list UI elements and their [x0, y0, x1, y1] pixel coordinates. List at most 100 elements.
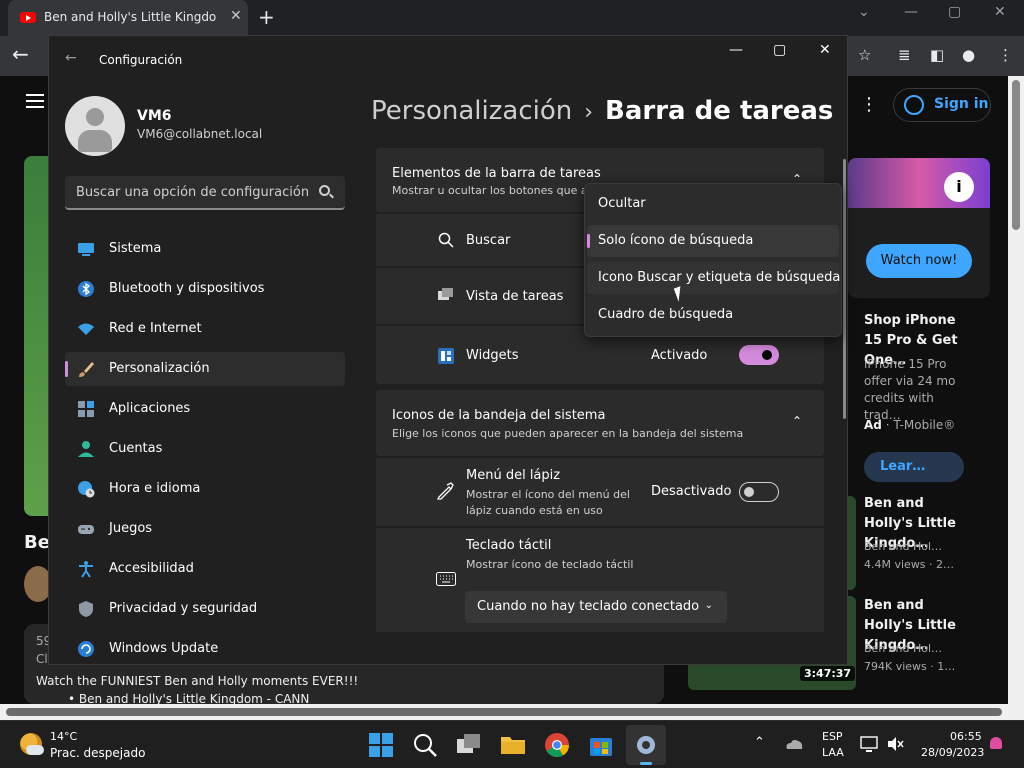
sidebar-item-sistema[interactable]: Sistema: [65, 232, 345, 266]
weather-condition[interactable]: Prac. despejado: [50, 746, 145, 760]
section-subtitle: Mostrar u ocultar los botones que a: [392, 184, 588, 197]
scrollbar-thumb[interactable]: [1012, 80, 1020, 230]
sign-in-button[interactable]: Sign in: [893, 88, 991, 122]
select-value: Cuando no hay teclado conectado: [477, 599, 700, 614]
start-icon[interactable]: [368, 732, 394, 758]
side-panel-icon[interactable]: ◧: [930, 46, 944, 64]
language-indicator[interactable]: ESP: [822, 730, 843, 743]
pen-menu-state: Desactivado: [651, 484, 732, 499]
close-button[interactable]: ✕: [994, 4, 1006, 20]
touch-keyboard-label: Teclado táctil: [466, 538, 552, 553]
hamburger-menu-icon[interactable]: [26, 94, 44, 108]
window-title: Configuración: [99, 53, 183, 67]
search-icon[interactable]: [412, 732, 438, 758]
network-icon[interactable]: [860, 735, 880, 755]
media-control-icon[interactable]: ≣: [898, 46, 911, 64]
recommendation-channel[interactable]: Ben and Hol…: [864, 642, 942, 655]
learn-more-button[interactable]: Lear…: [864, 452, 964, 482]
volume-muted-icon[interactable]: [886, 735, 904, 753]
sidebar-item-juegos[interactable]: Juegos: [65, 512, 345, 546]
sidebar-item-windows-update[interactable]: Windows Update: [65, 632, 345, 664]
pen-menu-row[interactable]: Menú del lápiz Mostrar el ícono del menú…: [376, 458, 824, 526]
back-button[interactable]: ←: [65, 50, 77, 66]
scrollbar-thumb[interactable]: [6, 708, 1002, 716]
star-icon[interactable]: ☆: [858, 46, 871, 64]
sidebar-item-label: Sistema: [109, 241, 162, 256]
weather-temperature[interactable]: 14°C: [50, 730, 77, 743]
breadcrumb: Personalización › Barra de tareas: [371, 96, 833, 126]
horizontal-scrollbar[interactable]: [0, 704, 1024, 720]
vertical-scrollbar[interactable]: [1008, 76, 1024, 704]
clock-date[interactable]: 28/09/2023: [921, 746, 984, 759]
sidebar-item-privacidad[interactable]: Privacidad y seguridad: [65, 592, 345, 626]
keyboard-icon: [436, 572, 456, 586]
pen-menu-toggle[interactable]: [739, 482, 779, 502]
weather-icon[interactable]: [20, 733, 44, 755]
chevron-up-icon[interactable]: ⌃: [792, 414, 802, 428]
keyboard-layout-indicator[interactable]: LAA: [822, 746, 844, 759]
section-subtitle: Elige los iconos que pueden aparecer en …: [392, 427, 744, 440]
task-view-icon[interactable]: [456, 732, 482, 758]
person-icon: [78, 441, 94, 457]
notification-bell-icon[interactable]: [990, 737, 1002, 749]
chevron-down-icon[interactable]: ⌄: [858, 4, 870, 20]
chrome-icon[interactable]: [544, 732, 570, 758]
dropdown-option-ocultar[interactable]: Ocultar: [587, 188, 839, 220]
shield-icon: [79, 601, 93, 617]
youtube-favicon-icon: [20, 12, 36, 23]
clock-time[interactable]: 06:55: [950, 730, 982, 743]
tray-icons-section[interactable]: Iconos de la bandeja del sistema Elige l…: [376, 390, 824, 456]
sidebar-item-personalizacion[interactable]: Personalización: [65, 352, 345, 386]
accessibility-icon: [79, 561, 93, 578]
chevron-up-icon[interactable]: ⌃: [754, 735, 765, 750]
watch-now-button[interactable]: Watch now!: [866, 244, 972, 278]
sidebar-item-bluetooth[interactable]: Bluetooth y dispositivos: [65, 272, 345, 306]
description-text: Watch the FUNNIEST Ben and Holly moments…: [36, 674, 359, 688]
ad-description: iPhone 15 Pro offer via 24 mo credits wi…: [864, 357, 956, 422]
folder-icon[interactable]: [500, 732, 526, 758]
minimize-button[interactable]: —: [729, 42, 743, 58]
breadcrumb-separator: ›: [584, 100, 594, 125]
dropdown-option-cuadro[interactable]: Cuadro de búsqueda: [587, 299, 839, 331]
sidebar-item-accesibilidad[interactable]: Accesibilidad: [65, 552, 345, 586]
settings-taskbar-button[interactable]: [626, 725, 666, 765]
widgets-toggle[interactable]: [739, 345, 779, 365]
tab-title: Ben and Holly's Little Kingdom |: [44, 10, 216, 24]
sidebar-item-hora[interactable]: Hora e idioma: [65, 472, 345, 506]
sidebar-item-aplicaciones[interactable]: Aplicaciones: [65, 392, 345, 426]
store-icon[interactable]: [588, 732, 614, 758]
close-button[interactable]: ✕: [819, 42, 831, 58]
sidebar-item-cuentas[interactable]: Cuentas: [65, 432, 345, 466]
info-icon[interactable]: i: [944, 172, 974, 202]
touch-keyboard-desc: Mostrar ícono de teclado táctil: [466, 558, 634, 571]
video-title: Be: [24, 532, 50, 553]
onedrive-icon[interactable]: [784, 735, 804, 755]
gamepad-icon: [78, 525, 94, 534]
wifi-icon: [78, 323, 94, 335]
new-tab-button[interactable]: +: [258, 5, 275, 29]
update-icon: [78, 641, 94, 657]
maximize-button[interactable]: ▢: [773, 42, 786, 58]
touch-keyboard-select[interactable]: Cuando no hay teclado conectado ⌄: [465, 591, 727, 623]
more-options-icon[interactable]: ⋮: [860, 94, 878, 115]
browser-tab[interactable]: Ben and Holly's Little Kingdom | ✕: [8, 0, 248, 36]
settings-scrollbar[interactable]: [843, 159, 846, 419]
widgets-state: Activado: [651, 348, 708, 363]
description-tags: Cl: [36, 652, 48, 666]
menu-dots-icon[interactable]: ⋮: [998, 46, 1013, 64]
dropdown-option-icono-etiqueta[interactable]: Icono Buscar y etiqueta de búsqueda: [587, 262, 840, 294]
page-title: Barra de tareas: [605, 96, 834, 126]
recommendation-channel[interactable]: Ben and Hol…: [864, 540, 942, 553]
search-input[interactable]: Buscar una opción de configuración: [65, 176, 345, 210]
sidebar-item-red[interactable]: Red e Internet: [65, 312, 345, 346]
video-duration: 3:47:37: [800, 666, 856, 681]
dropdown-option-solo-icono[interactable]: Solo ícono de búsqueda: [587, 225, 839, 257]
avatar[interactable]: [65, 96, 125, 156]
profile-icon[interactable]: ●: [962, 46, 975, 64]
breadcrumb-parent[interactable]: Personalización: [371, 96, 572, 126]
maximize-button[interactable]: ▢: [948, 4, 961, 20]
back-button[interactable]: ←: [12, 42, 29, 66]
search-placeholder: Buscar una opción de configuración: [76, 185, 310, 200]
tab-close-icon[interactable]: ✕: [230, 8, 242, 24]
minimize-button[interactable]: —: [904, 4, 918, 20]
